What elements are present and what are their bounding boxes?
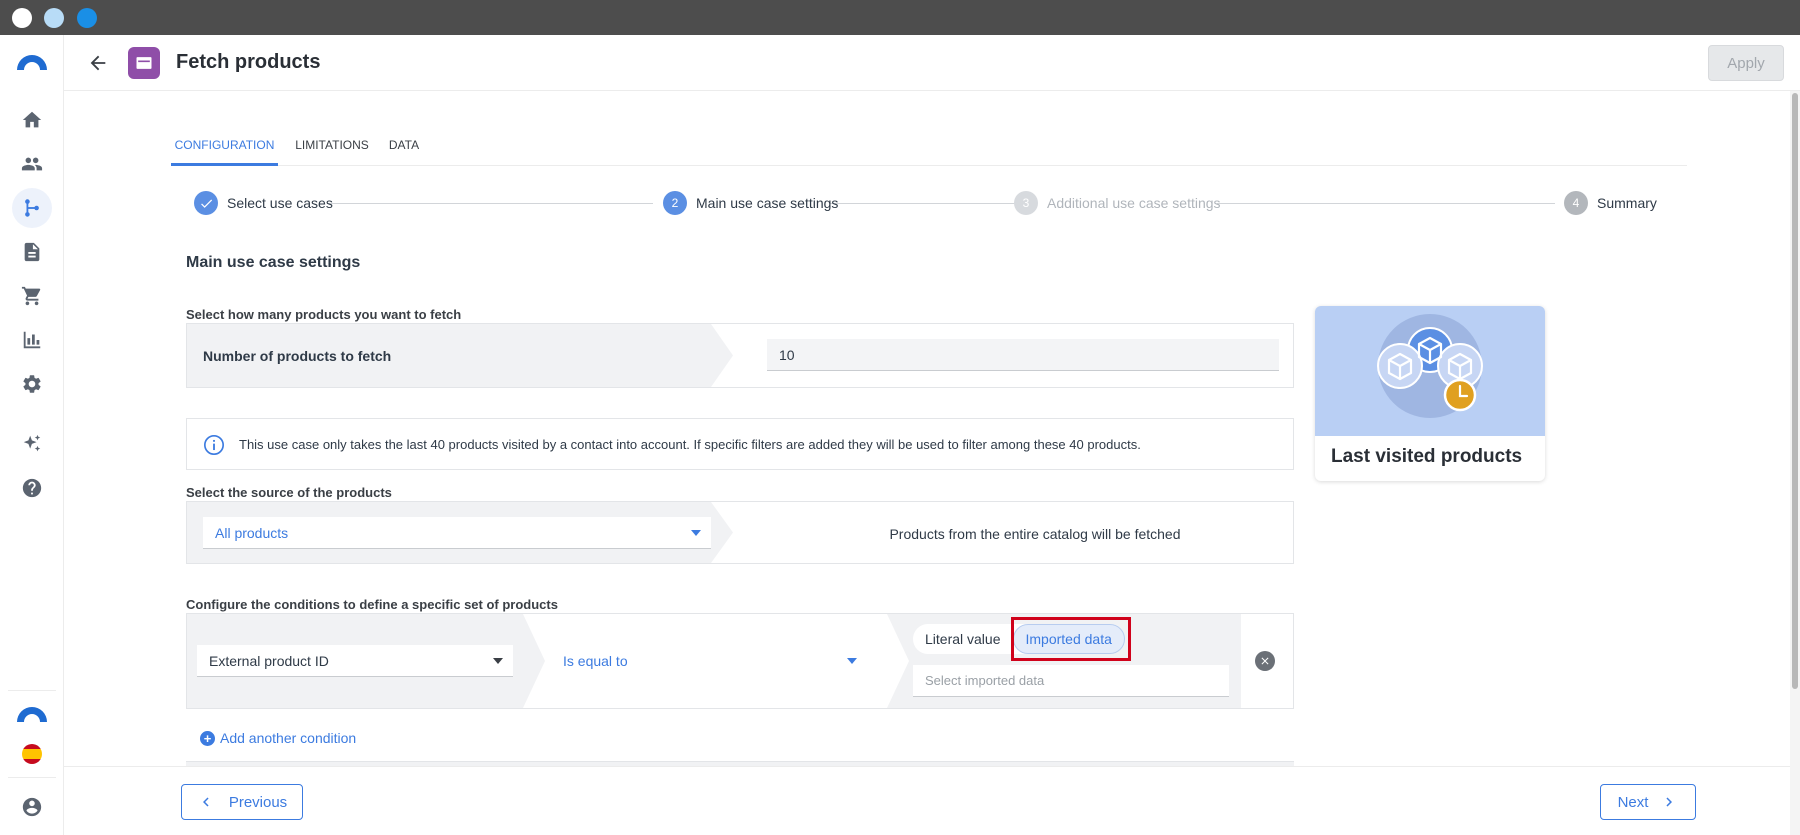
step-number: 4 <box>1564 191 1588 215</box>
sidebar-item-contacts[interactable] <box>12 144 52 184</box>
next-button[interactable]: Next <box>1600 784 1696 820</box>
step-main-use-case-settings[interactable]: 2 Main use case settings <box>663 190 838 216</box>
step-additional-use-case-settings[interactable]: 3 Additional use case settings <box>1014 190 1221 216</box>
close-icon <box>1261 657 1269 665</box>
back-button[interactable] <box>84 49 112 77</box>
card-title: Last visited products <box>1331 446 1523 467</box>
plus-circle-icon: + <box>200 730 215 746</box>
step-number: 2 <box>663 191 687 215</box>
user-avatar-icon <box>22 797 42 817</box>
user-profile-button[interactable] <box>12 787 52 827</box>
imported-data-select[interactable]: Select imported data <box>913 665 1229 697</box>
previous-button[interactable]: Previous <box>181 784 303 820</box>
condition-operator-select[interactable]: Is equal to <box>551 645 867 677</box>
sidebar-bottom-divider-2 <box>8 777 56 778</box>
page-title: Fetch products <box>176 51 321 73</box>
card-icon <box>136 57 152 69</box>
source-select-value: All products <box>215 524 289 541</box>
bar-chart-icon <box>23 331 41 349</box>
info-text: This use case only takes the last 40 pro… <box>239 437 1141 452</box>
step-connector <box>1217 203 1555 204</box>
chevron-down-icon <box>691 529 701 536</box>
sidebar-item-workflows[interactable] <box>12 188 52 228</box>
source-select[interactable]: All products <box>203 517 711 549</box>
tab-data[interactable]: DATA <box>373 130 435 166</box>
window-maximize-dot[interactable] <box>77 8 97 28</box>
toggle-literal-value[interactable]: Literal value <box>913 624 1013 654</box>
remove-condition-button[interactable] <box>1255 651 1275 671</box>
conditions-label: Configure the conditions to define a spe… <box>186 597 558 612</box>
add-condition-button[interactable]: + Add another condition <box>200 730 356 746</box>
count-field-label: Number of products to fetch <box>203 348 392 364</box>
add-condition-label: Add another condition <box>220 730 357 746</box>
sidebar-item-settings[interactable] <box>12 364 52 404</box>
sidebar-item-commerce[interactable] <box>12 276 52 316</box>
count-panel: Number of products to fetch <box>186 323 1294 388</box>
sidebar-item-home[interactable] <box>12 100 52 140</box>
language-flag-icon[interactable] <box>22 744 42 764</box>
condition-field-value: External product ID <box>209 652 329 669</box>
contacts-icon <box>21 157 43 171</box>
tab-configuration[interactable]: CONFIGURATION <box>171 130 278 166</box>
home-icon <box>22 111 42 128</box>
step-number: 3 <box>1014 191 1038 215</box>
sidebar-item-help[interactable] <box>12 468 52 508</box>
section-title: Main use case settings <box>186 254 361 271</box>
brand-account-icon[interactable] <box>15 703 49 723</box>
progress-stepper: Select use cases 2 Main use case setting… <box>194 190 1657 218</box>
check-icon <box>194 191 218 215</box>
sidebar-item-documents[interactable] <box>12 232 52 272</box>
workflow-icon <box>25 199 39 217</box>
source-description: Products from the entire catalog will be… <box>889 526 1181 542</box>
chevron-down-icon <box>847 658 857 664</box>
document-icon <box>24 242 40 262</box>
scrollbar-thumb[interactable] <box>1792 93 1798 689</box>
tab-limitations[interactable]: LIMITATIONS <box>286 130 378 166</box>
step-connector <box>830 203 1016 204</box>
count-label: Select how many products you want to fet… <box>186 307 462 322</box>
step-label: Additional use case settings <box>1047 195 1221 211</box>
chevron-left-icon <box>202 797 209 807</box>
chevron-down-icon <box>493 657 503 664</box>
step-select-use-cases[interactable]: Select use cases <box>194 190 333 216</box>
sidebar-bottom-divider <box>8 690 56 691</box>
info-banner: This use case only takes the last 40 pro… <box>186 418 1294 470</box>
condition-operator-value: Is equal to <box>563 653 628 669</box>
sidebar <box>0 35 64 835</box>
info-icon <box>203 434 225 456</box>
gear-icon <box>23 375 41 393</box>
products-illustration <box>1315 306 1545 436</box>
help-icon <box>22 478 42 498</box>
cart-icon <box>21 286 41 306</box>
next-label: Next <box>1617 793 1649 811</box>
footer-nav: Previous Next <box>64 766 1790 835</box>
arrow-left-icon <box>90 55 106 71</box>
window-titlebar <box>0 0 1800 35</box>
count-input[interactable] <box>767 339 1279 371</box>
brand-logo-icon[interactable] <box>15 51 49 71</box>
sparkle-icon <box>23 434 41 452</box>
sidebar-item-reports[interactable] <box>12 320 52 360</box>
apply-button[interactable]: Apply <box>1708 45 1784 81</box>
window-close-dot[interactable] <box>12 8 32 28</box>
previous-label: Previous <box>228 793 288 811</box>
source-label: Select the source of the products <box>186 485 392 500</box>
window-minimize-dot[interactable] <box>44 8 64 28</box>
condition-field-select[interactable]: External product ID <box>197 645 513 677</box>
step-label: Summary <box>1597 195 1657 211</box>
highlight-box <box>1011 617 1131 661</box>
step-label: Select use cases <box>227 195 333 211</box>
step-summary[interactable]: 4 Summary <box>1564 190 1657 216</box>
chevron-right-icon <box>1666 797 1673 807</box>
tab-bar: CONFIGURATION LIMITATIONS DATA <box>171 130 1687 166</box>
app-type-badge <box>128 47 160 79</box>
page-header: Fetch products Apply <box>64 35 1800 91</box>
step-connector <box>327 203 653 204</box>
condition-row: External product ID Is equal to Literal … <box>186 613 1294 709</box>
sidebar-item-ai[interactable] <box>12 424 52 464</box>
use-case-card: Last visited products <box>1315 306 1545 481</box>
step-label: Main use case settings <box>696 195 839 211</box>
source-panel: All products Products from the entire ca… <box>186 501 1294 564</box>
